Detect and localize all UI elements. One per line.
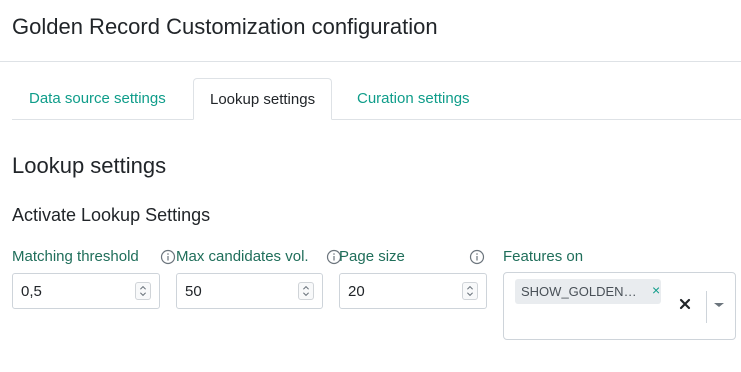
feature-chip-label: SHOW_GOLDEN… [521, 284, 637, 299]
page-size-label: Page size [339, 248, 405, 265]
info-icon[interactable] [160, 249, 176, 265]
max-candidates-value: 50 [185, 283, 202, 300]
chevron-down-icon[interactable] [712, 301, 726, 309]
page-size-value: 20 [348, 283, 365, 300]
stepper-icon[interactable] [298, 282, 314, 300]
tabs-bar: Data source settings Lookup settings Cur… [12, 78, 741, 120]
max-candidates-label: Max candidates vol. [176, 248, 309, 265]
select-divider [706, 291, 707, 323]
page-size-input[interactable]: 20 [339, 273, 487, 309]
tab-data-source-settings[interactable]: Data source settings [13, 78, 182, 120]
feature-chip: SHOW_GOLDEN… × [515, 279, 661, 304]
matching-threshold-value: 0,5 [21, 283, 42, 300]
info-icon[interactable] [469, 249, 485, 265]
section-title: Lookup settings [12, 153, 167, 178]
page-title: Golden Record Customization configuratio… [12, 14, 438, 39]
tab-curation-settings[interactable]: Curation settings [341, 78, 486, 120]
chip-remove-icon[interactable]: × [652, 282, 660, 298]
title-divider [0, 61, 741, 62]
stepper-icon[interactable] [462, 282, 478, 300]
subsection-title: Activate Lookup Settings [12, 205, 211, 225]
features-on-select[interactable]: SHOW_GOLDEN… × [503, 272, 736, 340]
features-on-label: Features on [503, 248, 584, 265]
clear-icon[interactable] [678, 297, 692, 311]
matching-threshold-input[interactable]: 0,5 [12, 273, 160, 309]
tab-lookup-settings[interactable]: Lookup settings [193, 78, 333, 120]
max-candidates-input[interactable]: 50 [176, 273, 323, 309]
lookup-settings-page: Golden Record Customization configuratio… [0, 0, 741, 372]
matching-threshold-label: Matching threshold [12, 248, 139, 265]
stepper-icon[interactable] [135, 282, 151, 300]
